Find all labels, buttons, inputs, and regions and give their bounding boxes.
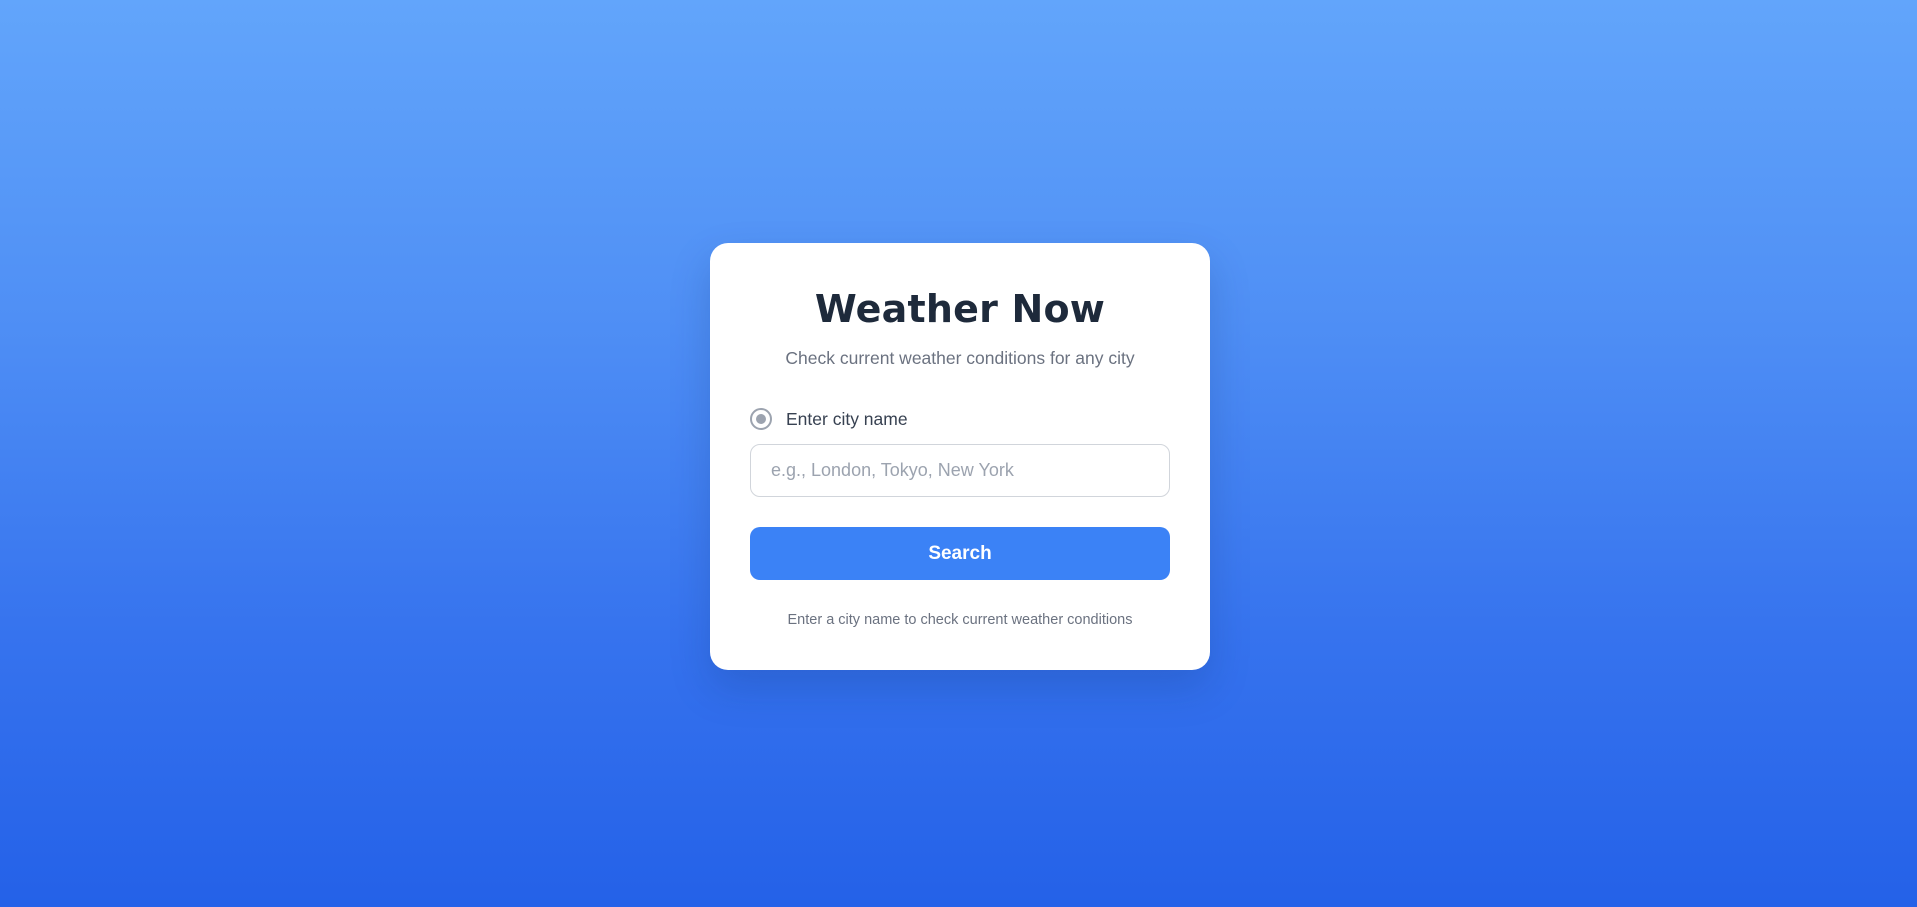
help-text: Enter a city name to check current weath… — [787, 612, 1133, 628]
page-title: Weather Now — [814, 287, 1106, 331]
page-subtitle: Check current weather conditions for any… — [785, 348, 1135, 368]
city-search-input[interactable] — [750, 444, 1170, 497]
search-button[interactable]: Search — [750, 527, 1170, 580]
city-input-label: Enter city name — [786, 408, 908, 429]
radio-target-icon — [750, 408, 772, 430]
weather-search-card: Weather Now Check current weather condit… — [710, 243, 1210, 670]
city-label-row: Enter city name — [750, 408, 908, 430]
